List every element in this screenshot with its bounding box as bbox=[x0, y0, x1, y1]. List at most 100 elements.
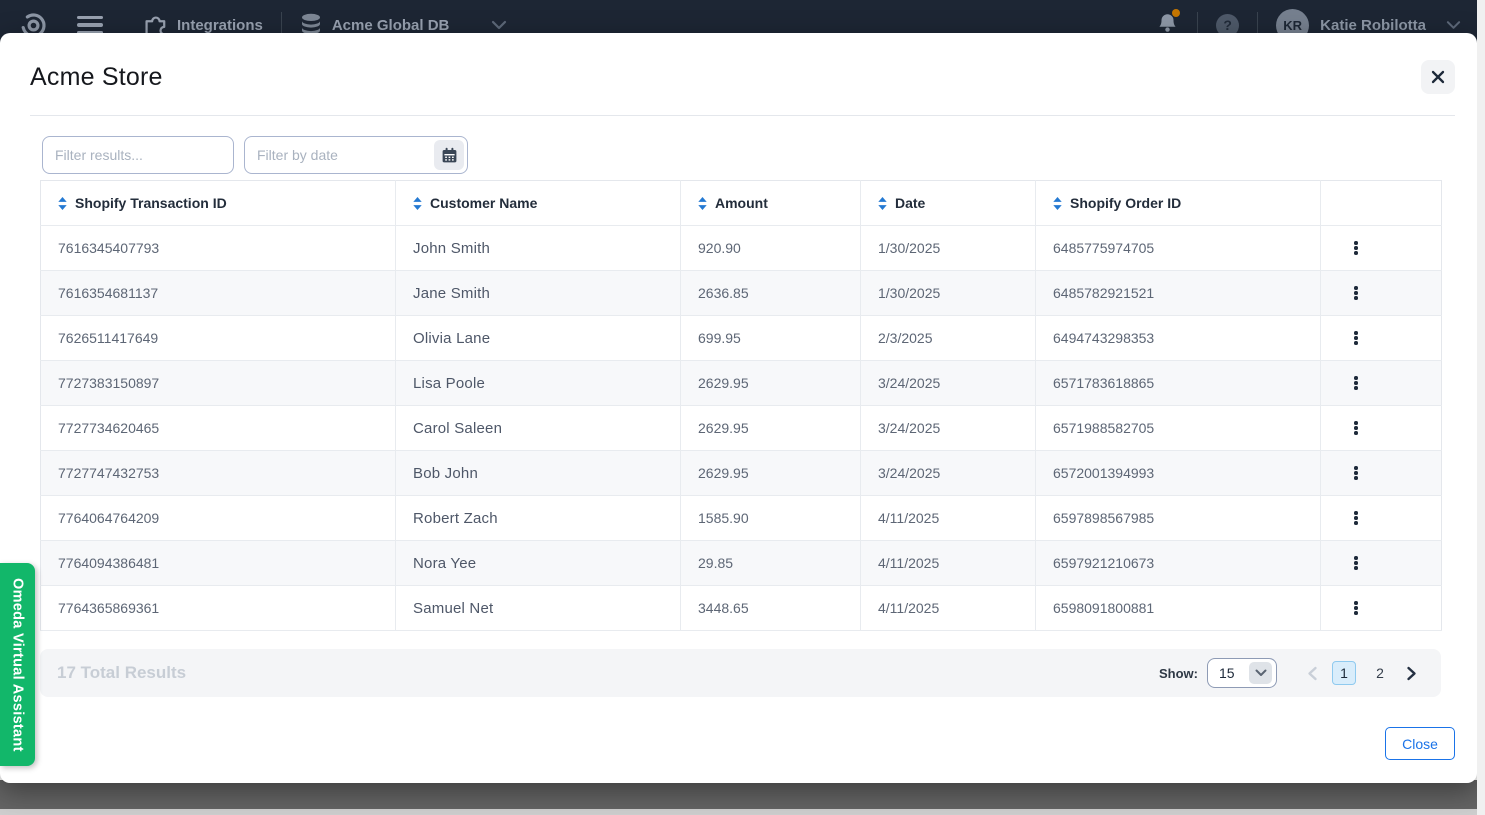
row-actions-cell bbox=[1321, 451, 1442, 496]
next-page-icon[interactable] bbox=[1404, 664, 1419, 683]
cell-transaction-id: 7626511417649 bbox=[41, 316, 396, 361]
database-selector[interactable]: Acme Global DB bbox=[332, 17, 450, 34]
page-size-value: 15 bbox=[1219, 665, 1235, 681]
cell-customer-name: Olivia Lane bbox=[396, 316, 681, 361]
menu-hamburger-icon[interactable] bbox=[77, 16, 103, 34]
cell-date: 3/24/2025 bbox=[861, 361, 1036, 406]
cell-customer-name: Carol Saleen bbox=[396, 406, 681, 451]
chevron-down-icon bbox=[1249, 662, 1272, 684]
column-header[interactable]: Customer Name bbox=[396, 181, 681, 226]
cell-order-id: 6571988582705 bbox=[1036, 406, 1321, 451]
table-row: 7626511417649Olivia Lane699.952/3/202564… bbox=[41, 316, 1442, 361]
cell-amount: 29.85 bbox=[681, 541, 861, 586]
virtual-assistant-tab[interactable]: Omeda Virtual Assistant bbox=[0, 563, 35, 766]
kebab-menu-icon[interactable] bbox=[1348, 325, 1364, 351]
results-table-zone: Shopify Transaction IDCustomer NameAmoun… bbox=[40, 180, 1441, 697]
total-results: 17 Total Results bbox=[57, 663, 186, 683]
kebab-menu-icon[interactable] bbox=[1348, 505, 1364, 531]
kebab-menu-icon[interactable] bbox=[1348, 595, 1364, 621]
show-label: Show: bbox=[1159, 666, 1198, 681]
results-table: Shopify Transaction IDCustomer NameAmoun… bbox=[40, 180, 1442, 631]
column-header[interactable]: Date bbox=[861, 181, 1036, 226]
nav-integrations[interactable]: Integrations bbox=[177, 17, 263, 34]
cell-order-id: 6597921210673 bbox=[1036, 541, 1321, 586]
cell-date: 4/11/2025 bbox=[861, 586, 1036, 631]
sort-icon bbox=[698, 197, 707, 210]
row-actions-cell bbox=[1321, 541, 1442, 586]
cell-order-id: 6571783618865 bbox=[1036, 361, 1321, 406]
row-actions-cell bbox=[1321, 586, 1442, 631]
table-row: 7616345407793John Smith920.901/30/202564… bbox=[41, 226, 1442, 271]
row-actions-cell bbox=[1321, 496, 1442, 541]
filter-results-input[interactable] bbox=[42, 136, 234, 174]
page-button[interactable]: 2 bbox=[1368, 661, 1392, 685]
cell-customer-name: John Smith bbox=[396, 226, 681, 271]
row-actions-cell bbox=[1321, 406, 1442, 451]
cell-date: 1/30/2025 bbox=[861, 226, 1036, 271]
table-row: 7616354681137Jane Smith2636.851/30/20256… bbox=[41, 271, 1442, 316]
column-header[interactable]: Amount bbox=[681, 181, 861, 226]
user-name[interactable]: Katie Robilotta bbox=[1320, 17, 1426, 34]
cell-order-id: 6598091800881 bbox=[1036, 586, 1321, 631]
cell-amount: 1585.90 bbox=[681, 496, 861, 541]
table-header-row: Shopify Transaction IDCustomer NameAmoun… bbox=[41, 181, 1442, 226]
sort-icon bbox=[1053, 197, 1062, 210]
cell-amount: 3448.65 bbox=[681, 586, 861, 631]
table-row: 7727734620465Carol Saleen2629.953/24/202… bbox=[41, 406, 1442, 451]
filters-row bbox=[42, 136, 1477, 174]
row-actions-cell bbox=[1321, 226, 1442, 271]
cell-amount: 2629.95 bbox=[681, 361, 861, 406]
cell-amount: 2629.95 bbox=[681, 451, 861, 496]
cell-amount: 699.95 bbox=[681, 316, 861, 361]
close-button[interactable]: Close bbox=[1385, 727, 1455, 760]
close-icon[interactable] bbox=[1421, 60, 1455, 94]
cell-customer-name: Nora Yee bbox=[396, 541, 681, 586]
cell-order-id: 6494743298353 bbox=[1036, 316, 1321, 361]
cell-transaction-id: 7727734620465 bbox=[41, 406, 396, 451]
filter-date-group bbox=[244, 136, 468, 174]
prev-page-icon[interactable] bbox=[1305, 664, 1320, 683]
actions-column-header bbox=[1321, 181, 1442, 226]
kebab-menu-icon[interactable] bbox=[1348, 460, 1364, 486]
page-title: Acme Store bbox=[30, 63, 163, 92]
cell-transaction-id: 7727383150897 bbox=[41, 361, 396, 406]
modal-header: Acme Store bbox=[0, 33, 1477, 94]
table-row: 7727747432753Bob John2629.953/24/2025657… bbox=[41, 451, 1442, 496]
cell-customer-name: Robert Zach bbox=[396, 496, 681, 541]
pagination: Show: 15 12 bbox=[1159, 658, 1419, 688]
cell-date: 4/11/2025 bbox=[861, 541, 1036, 586]
cell-amount: 2636.85 bbox=[681, 271, 861, 316]
page-size-select[interactable]: 15 bbox=[1207, 658, 1277, 688]
chevron-down-icon[interactable] bbox=[491, 20, 507, 30]
cell-transaction-id: 7764365869361 bbox=[41, 586, 396, 631]
sort-icon bbox=[58, 197, 67, 210]
cell-transaction-id: 7764094386481 bbox=[41, 541, 396, 586]
kebab-menu-icon[interactable] bbox=[1348, 415, 1364, 441]
row-actions-cell bbox=[1321, 271, 1442, 316]
cell-customer-name: Samuel Net bbox=[396, 586, 681, 631]
table-row: 7764064764209Robert Zach1585.904/11/2025… bbox=[41, 496, 1442, 541]
row-actions-cell bbox=[1321, 316, 1442, 361]
cell-amount: 920.90 bbox=[681, 226, 861, 271]
chevron-down-icon[interactable] bbox=[1446, 20, 1461, 30]
cell-date: 3/24/2025 bbox=[861, 451, 1036, 496]
acme-store-modal: Acme Store bbox=[0, 33, 1477, 783]
page-scrollbar-track[interactable] bbox=[1477, 0, 1485, 815]
cell-transaction-id: 7616345407793 bbox=[41, 226, 396, 271]
virtual-assistant-label: Omeda Virtual Assistant bbox=[10, 578, 26, 752]
page-button[interactable]: 1 bbox=[1332, 661, 1356, 685]
kebab-menu-icon[interactable] bbox=[1348, 370, 1364, 396]
cell-order-id: 6485782921521 bbox=[1036, 271, 1321, 316]
cell-customer-name: Bob John bbox=[396, 451, 681, 496]
calendar-icon[interactable] bbox=[434, 140, 464, 170]
cell-transaction-id: 7727747432753 bbox=[41, 451, 396, 496]
column-header[interactable]: Shopify Order ID bbox=[1036, 181, 1321, 226]
table-row: 7764094386481Nora Yee29.854/11/202565979… bbox=[41, 541, 1442, 586]
kebab-menu-icon[interactable] bbox=[1348, 550, 1364, 576]
table-footer: 17 Total Results Show: 15 bbox=[40, 649, 1441, 697]
kebab-menu-icon[interactable] bbox=[1348, 280, 1364, 306]
table-row: 7764365869361Samuel Net3448.654/11/20256… bbox=[41, 586, 1442, 631]
kebab-menu-icon[interactable] bbox=[1348, 235, 1364, 261]
column-header[interactable]: Shopify Transaction ID bbox=[41, 181, 396, 226]
title-divider bbox=[30, 115, 1455, 116]
